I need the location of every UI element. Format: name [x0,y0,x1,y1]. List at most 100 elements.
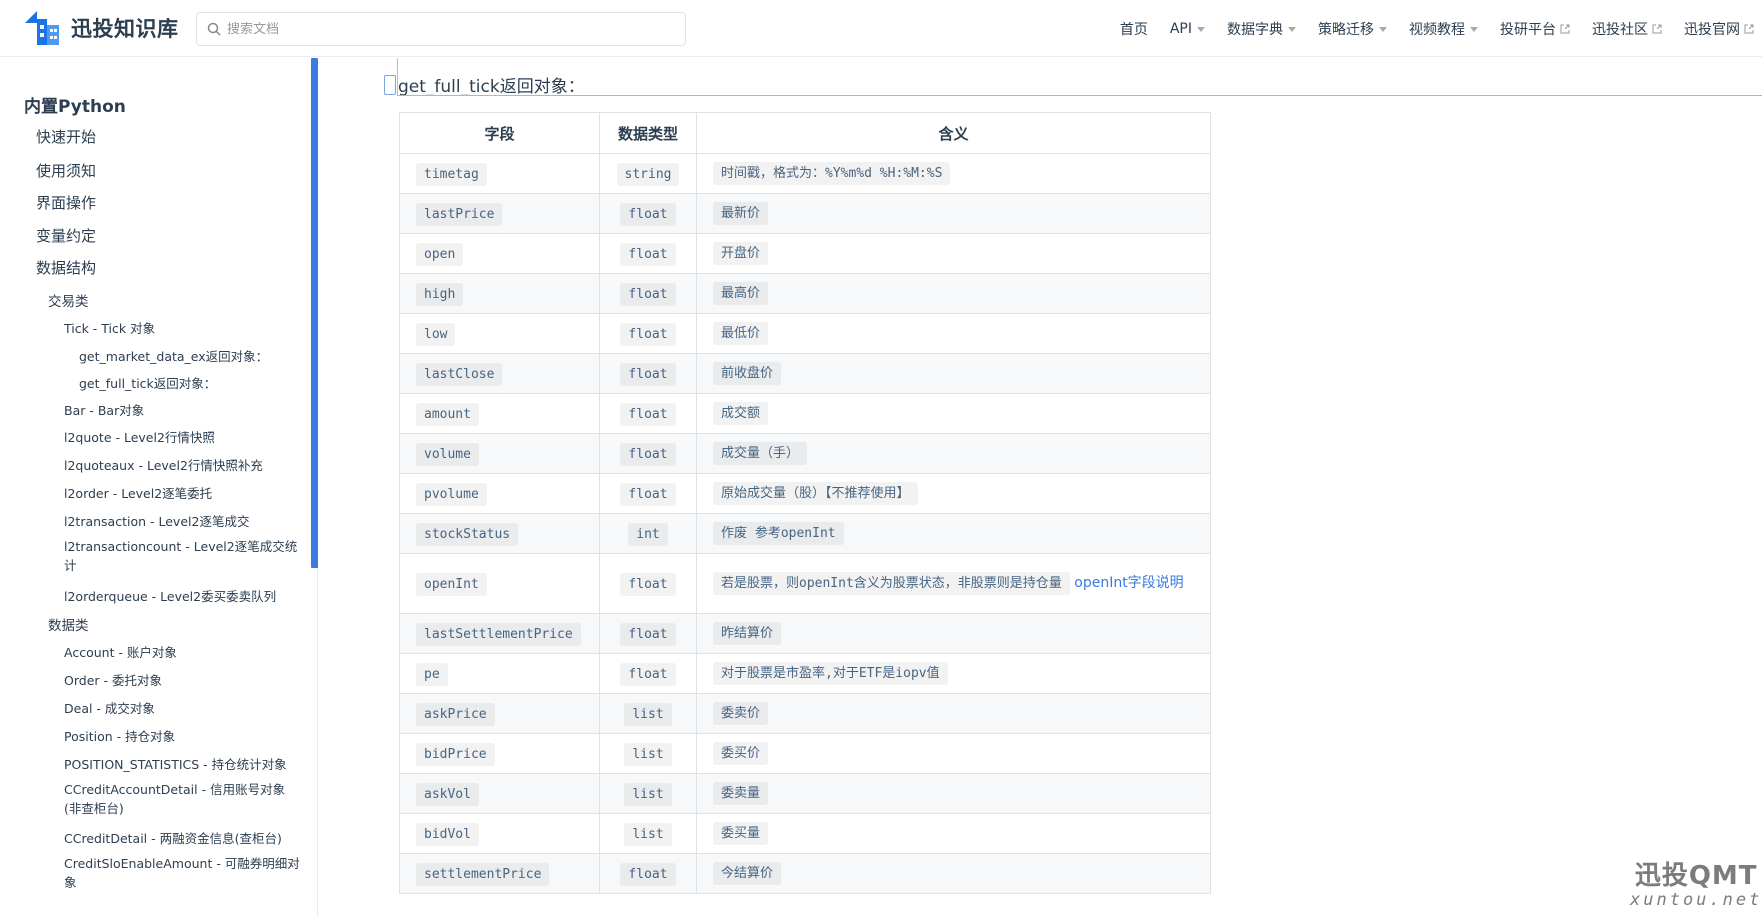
field-type: int [628,522,668,546]
cell-field: askVol [399,773,600,814]
cell-field: open [399,233,600,274]
sidebar-item-get-full-tick[interactable]: get_full_tick返回对象： [79,373,216,392]
table-row: lastSettlementPrice float 昨结算价 [399,613,1211,654]
fields-table: 字段 数据类型 含义 timetag string 时间戳，格式为：%Y%m%d %… [399,112,1211,894]
sidebar-item-ui-operation[interactable]: 界面操作 [36,192,96,213]
nav-home[interactable]: 首页 [1120,19,1148,39]
sidebar-item-l2quote[interactable]: l2quote - Level2行情快照 [64,427,215,446]
cell-type: list [599,813,697,854]
sidebar-item-bar[interactable]: Bar - Bar对象 [64,400,144,419]
external-link-icon [1560,24,1570,33]
field-name: bidPrice [416,742,495,766]
field-name: open [416,242,464,266]
sidebar-item-order[interactable]: Order - 委托对象 [64,670,162,689]
nav-label: 迅投官网 [1684,21,1740,38]
cell-meaning: 昨结算价 [696,613,1211,654]
cell-meaning: 作废 参考openInt [696,513,1211,554]
field-description: 成交量（手） [713,442,808,465]
nav-strategy-migration[interactable]: 策略迁移 [1318,19,1387,39]
field-type: float [620,572,676,596]
field-type: float [620,862,676,886]
sidebar: 内置Python 快速开始 使用须知 界面操作 变量约定 数据结构 交易类 Ti… [0,58,318,917]
cell-type: list [599,773,697,814]
nav-label: 策略迁移 [1318,21,1374,38]
sidebar-item-data-structure[interactable]: 数据结构 [36,257,96,278]
title-underline [397,95,1762,96]
brand[interactable]: 迅投知识库 [23,9,179,47]
field-type: float [620,442,676,466]
field-type: list [624,822,672,846]
cell-field: timetag [399,153,600,194]
cell-field: stockStatus [399,513,600,554]
field-name: settlementPrice [416,862,550,886]
external-link-icon [1744,24,1754,33]
sidebar-item-quick-start[interactable]: 快速开始 [36,126,96,147]
field-description: 开盘价 [713,242,769,265]
cell-field: amount [399,393,600,434]
field-type: float [620,242,676,266]
cell-field: pe [399,653,600,694]
table-row: low float 最低价 [399,313,1211,354]
field-name: lastSettlementPrice [416,622,581,646]
nav-community[interactable]: 迅投社区 [1592,19,1662,39]
section-title: get_full_tick返回对象： [398,77,585,97]
nav-official-site[interactable]: 迅投官网 [1684,19,1754,39]
table-row: lastPrice float 最新价 [399,193,1211,234]
sidebar-group-builtin-python[interactable]: 内置Python [24,92,126,117]
cell-meaning: 前收盘价 [696,353,1211,394]
column-header-type: 数据类型 [599,112,697,154]
sidebar-item-account[interactable]: Account - 账户对象 [64,642,177,661]
sidebar-item-l2order[interactable]: l2order - Level2逐笔委托 [64,483,212,502]
cell-field: bidVol [399,813,600,854]
table-row: stockStatus int 作废 参考openInt [399,513,1211,554]
field-type: float [620,402,676,426]
table-row: askVol list 委卖量 [399,773,1211,814]
sidebar-item-l2orderqueue[interactable]: l2orderqueue - Level2委买委卖队列 [64,586,276,605]
field-name: pvolume [416,482,487,506]
sidebar-item-l2transactioncount[interactable]: l2transactioncount - Level2逐笔成交统计 [64,537,302,575]
field-type: float [620,322,676,346]
sidebar-item-creditsloenableamount[interactable]: CreditSloEnableAmount - 可融券明细对象 [64,854,302,892]
watermark-title: 迅投QMT [1634,861,1758,891]
nav-research-platform[interactable]: 投研平台 [1500,19,1570,39]
cell-type: float [599,313,697,354]
sidebar-item-get-market-data-ex[interactable]: get_market_data_ex返回对象： [79,346,268,365]
nav-data-dictionary[interactable]: 数据字典 [1227,19,1296,39]
field-type: float [620,362,676,386]
cell-type: float [599,273,697,314]
sidebar-item-trade-class[interactable]: 交易类 [48,290,89,310]
sidebar-item-data-class[interactable]: 数据类 [48,614,89,634]
search-input[interactable] [227,21,667,37]
field-description: 委卖价 [713,702,769,725]
search-box[interactable] [196,12,686,46]
cell-type: string [599,153,697,194]
sidebar-item-ccreditdetail[interactable]: CCreditDetail - 两融资金信息(查柜台) [64,828,282,847]
sidebar-item-l2transaction[interactable]: l2transaction - Level2逐笔成交 [64,511,249,530]
table-row: openInt float 若是股票，则openInt含义为股票状态，非股票则是持仓… [399,553,1211,614]
search-icon [207,22,221,36]
sidebar-item-tick[interactable]: Tick - Tick 对象 [64,318,155,337]
sidebar-item-notice[interactable]: 使用须知 [36,160,96,181]
cell-field: pvolume [399,473,600,514]
sidebar-scrollbar[interactable] [311,58,318,568]
sidebar-item-position-statistics[interactable]: POSITION_STATISTICS - 持仓统计对象 [64,754,287,773]
top-navbar: 迅投知识库 首页 API 数据字典 策略迁移 视频教程 投研平台 迅投社区 迅投… [0,0,1762,57]
openint-doc-link[interactable]: openInt字段说明 [1074,575,1183,591]
sidebar-item-position[interactable]: Position - 持仓对象 [64,726,175,745]
external-link-icon [1652,24,1662,33]
nav-video-tutorials[interactable]: 视频教程 [1409,19,1478,39]
sidebar-item-ccreditaccountdetail[interactable]: CCreditAccountDetail - 信用账号对象(非查柜台) [64,780,302,818]
brand-name[interactable]: 迅投知识库 [71,13,179,43]
field-description: 前收盘价 [713,362,782,385]
cell-meaning: 委卖价 [696,693,1211,734]
sidebar-item-deal[interactable]: Deal - 成交对象 [64,698,155,717]
cell-meaning: 委卖量 [696,773,1211,814]
nav-api[interactable]: API [1170,21,1205,37]
cell-field: bidPrice [399,733,600,774]
table-row: amount float 成交额 [399,393,1211,434]
heading-anchor-marker [384,75,396,95]
sidebar-item-l2quoteaux[interactable]: l2quoteaux - Level2行情快照补充 [64,455,263,474]
sidebar-item-variable-convention[interactable]: 变量约定 [36,225,96,246]
field-description: 委买价 [713,742,769,765]
field-description: 成交额 [713,402,769,425]
